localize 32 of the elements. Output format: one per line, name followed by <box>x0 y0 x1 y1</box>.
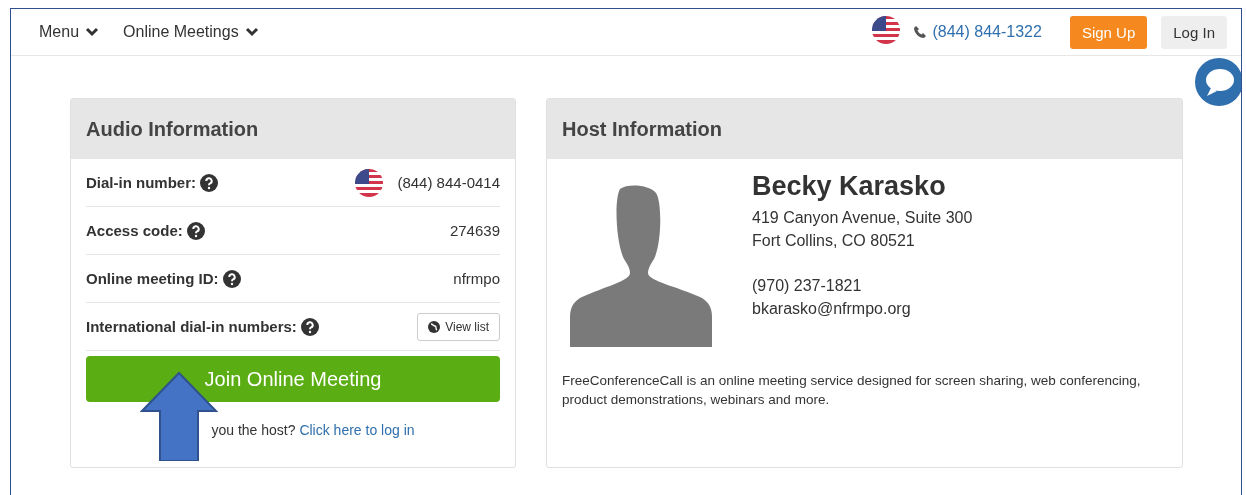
field-label: Dial-in number: <box>86 174 196 191</box>
card-title: Audio Information <box>86 117 259 141</box>
chevron-down-icon <box>244 27 259 37</box>
flag-icon <box>872 16 901 44</box>
host-prompt: you the host? <box>211 422 296 438</box>
help-icon[interactable] <box>200 173 218 192</box>
log-in-button[interactable]: Log In <box>1161 15 1227 49</box>
phone-link[interactable]: (844) 844-1322 <box>914 23 1042 41</box>
login-link[interactable]: Click here to log in <box>299 422 415 438</box>
service-description: FreeConferenceCall is an online meeting service designed for screen sharing, web conferencing, product demonstrations, webinars and more. <box>562 372 1142 409</box>
view-list-button[interactable]: View list <box>417 312 500 341</box>
host-email: bkarasko@nfrmpo.org <box>752 299 912 319</box>
host-phone: (970) 237-1821 <box>752 276 863 296</box>
field-label: Access code: <box>86 222 183 239</box>
phone-icon <box>914 26 927 38</box>
field-label: International dial-in numbers: <box>86 318 297 335</box>
field-label: Online meeting ID: <box>86 270 219 287</box>
help-icon[interactable] <box>222 269 241 288</box>
help-icon[interactable] <box>300 317 319 336</box>
host-name: Becky Karasko <box>752 171 947 202</box>
field-value: nfrmpo <box>453 270 500 287</box>
chevron-down-icon <box>85 27 100 37</box>
flag-icon <box>355 168 384 197</box>
card-title: Host Information <box>562 117 722 141</box>
address-line: Fort Collins, CO 80521 <box>752 231 916 251</box>
field-value: 274639 <box>449 222 500 239</box>
field-value: (844) 844-0414 <box>397 174 500 191</box>
globe-icon <box>428 320 441 333</box>
address-line: 419 Canyon Avenue, Suite 300 <box>752 208 973 228</box>
nav-menu[interactable]: Online Meetings <box>123 23 259 41</box>
help-icon[interactable] <box>186 221 205 240</box>
nav-menu[interactable]: Menu <box>39 23 100 41</box>
